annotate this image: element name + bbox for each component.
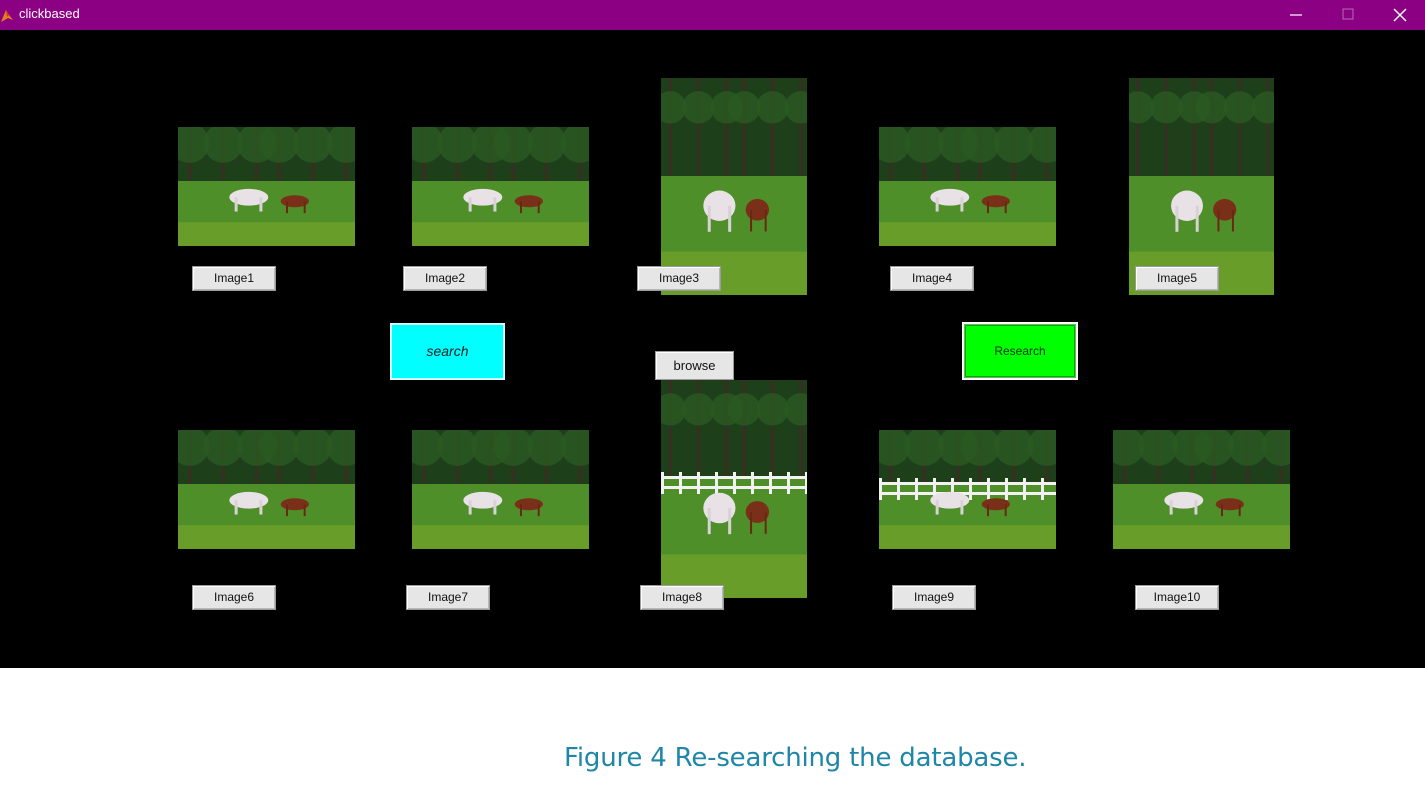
image8-thumbnail xyxy=(661,380,807,598)
window-title: clickbased xyxy=(19,6,80,21)
image10-thumbnail xyxy=(1113,430,1290,549)
title-bar[interactable]: clickbased xyxy=(0,0,1425,30)
image3-button[interactable]: Image3 xyxy=(637,266,721,291)
image10-button[interactable]: Image10 xyxy=(1135,585,1219,610)
image5-thumbnail xyxy=(1129,78,1274,295)
figure-caption: Figure 4 Re-searching the database. xyxy=(564,743,1027,773)
image2-button[interactable]: Image2 xyxy=(403,266,487,291)
image7-thumbnail xyxy=(412,430,589,549)
image4-button[interactable]: Image4 xyxy=(890,266,974,291)
image9-thumbnail xyxy=(879,430,1056,549)
image7-button[interactable]: Image7 xyxy=(406,585,490,610)
maximize-icon xyxy=(1342,8,1354,20)
image3-thumbnail xyxy=(661,78,807,295)
image1-thumbnail xyxy=(178,127,355,246)
research-button[interactable]: Research xyxy=(962,322,1078,380)
minimize-icon xyxy=(1290,14,1302,16)
image8-button[interactable]: Image8 xyxy=(640,585,724,610)
search-button[interactable]: search xyxy=(390,323,505,380)
image4-thumbnail xyxy=(879,127,1056,246)
image6-button[interactable]: Image6 xyxy=(192,585,276,610)
matlab-icon xyxy=(0,6,14,24)
close-button[interactable] xyxy=(1377,0,1423,30)
image1-button[interactable]: Image1 xyxy=(192,266,276,291)
browse-button[interactable]: browse xyxy=(655,351,734,380)
minimize-button[interactable] xyxy=(1273,0,1319,30)
image9-button[interactable]: Image9 xyxy=(892,585,976,610)
image6-thumbnail xyxy=(178,430,355,549)
image2-thumbnail xyxy=(412,127,589,246)
image5-button[interactable]: Image5 xyxy=(1135,266,1219,291)
close-icon xyxy=(1393,8,1407,22)
maximize-button[interactable] xyxy=(1325,0,1371,30)
app-window: clickbased Image1 Image2 Image3 Image4 I… xyxy=(0,0,1425,668)
